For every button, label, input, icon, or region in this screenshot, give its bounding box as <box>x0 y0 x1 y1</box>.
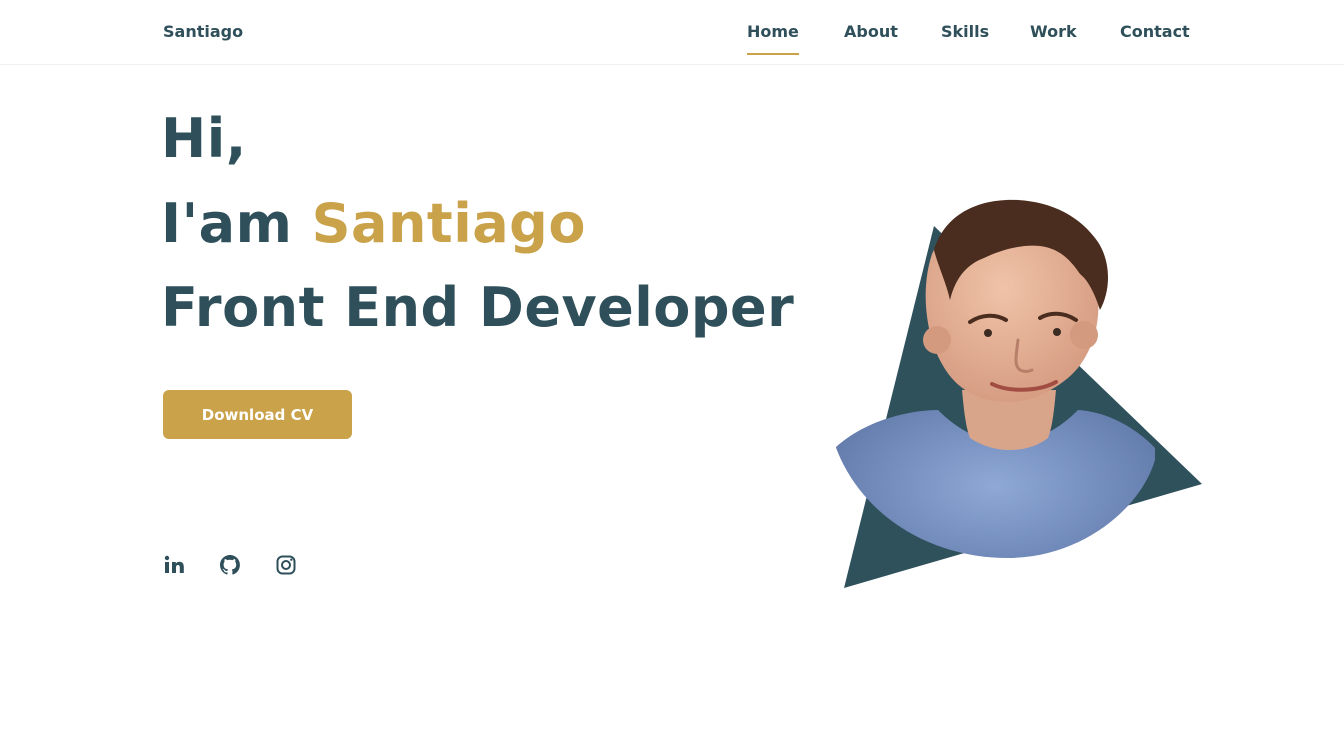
hero-role: Front End Developer <box>161 276 795 339</box>
hero-greeting: Hi, <box>161 107 247 170</box>
logo-link[interactable]: Santiago <box>163 22 243 41</box>
hero-name: Santiago <box>311 192 586 255</box>
nav-about[interactable]: About <box>844 22 898 41</box>
nav-home[interactable]: Home <box>747 22 799 55</box>
instagram-glyph <box>276 555 296 575</box>
hero-illustration <box>835 199 1202 588</box>
github-glyph <box>220 555 240 575</box>
linkedin-icon[interactable] <box>162 553 186 577</box>
github-icon[interactable] <box>218 553 242 577</box>
nav-work[interactable]: Work <box>1030 22 1077 41</box>
left-ear <box>923 326 951 354</box>
hero-intro-prefix: I'am <box>161 192 312 255</box>
download-cv-button[interactable]: Download CV <box>163 390 352 439</box>
hero-intro: I'am Santiago <box>161 197 586 251</box>
linkedin-glyph <box>164 555 184 573</box>
right-ear <box>1070 321 1098 349</box>
nav-contact[interactable]: Contact <box>1120 22 1190 41</box>
nav-skills[interactable]: Skills <box>941 22 989 41</box>
site-header: Santiago Home About Skills Work Contact <box>0 0 1344 65</box>
right-eye <box>1053 328 1061 336</box>
instagram-icon[interactable] <box>274 553 298 577</box>
left-eye <box>984 329 992 337</box>
